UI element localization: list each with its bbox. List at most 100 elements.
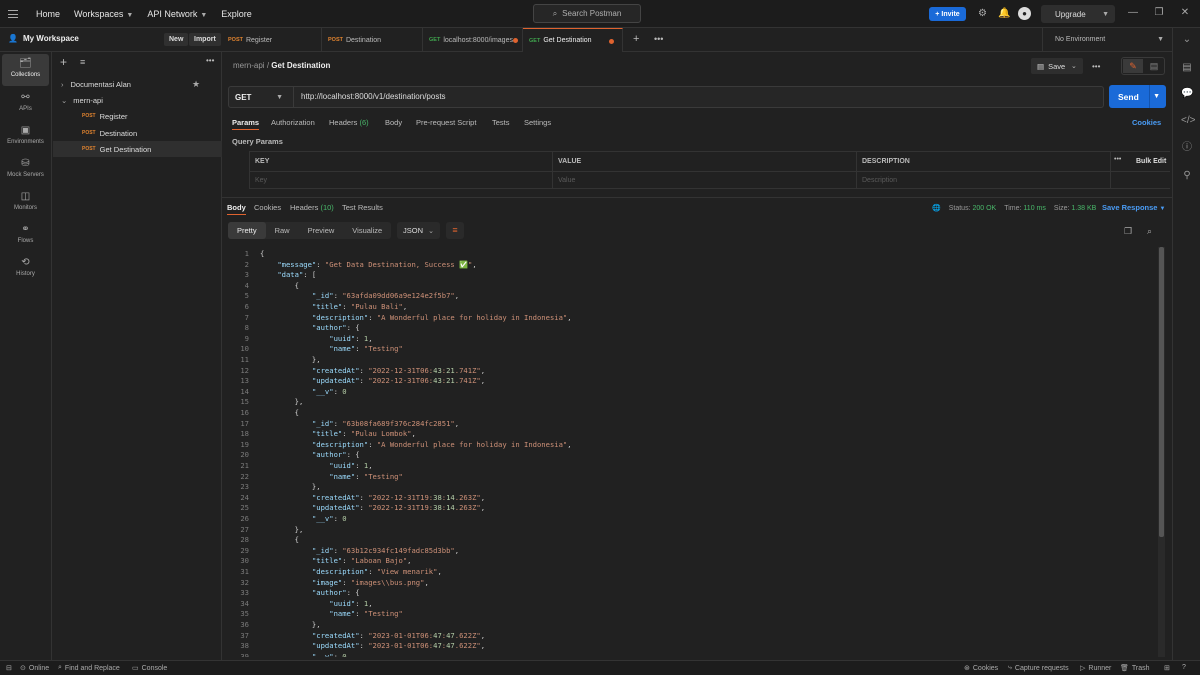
more-icon[interactable]: ••• (654, 34, 663, 44)
online-status[interactable]: ⊙ Online (20, 664, 49, 673)
tab-register[interactable]: POST Register (222, 28, 322, 52)
capture-requests-button[interactable]: ⤷ Capture requests (1008, 664, 1069, 672)
tree-request-destination[interactable]: POST Destination (53, 125, 222, 141)
sidebar-item-history[interactable]: ⟲ History (2, 253, 49, 285)
description-input[interactable]: Description (856, 171, 897, 190)
upgrade-button[interactable]: Upgrade ▼ (1041, 5, 1115, 23)
more-icon[interactable]: ••• (1114, 156, 1121, 163)
minimize-icon[interactable]: — (1126, 6, 1140, 20)
view-preview[interactable]: Preview (299, 222, 344, 239)
response-time[interactable]: 110 ms (1023, 205, 1045, 212)
tab-headers[interactable]: Headers (6) (329, 118, 369, 127)
chevron-down-icon[interactable]: ⌄ (1071, 62, 1077, 70)
code-line: "title": "Pulau Bali", (311, 302, 408, 311)
collection-mern-api[interactable]: ⌄ mern-api (53, 92, 222, 108)
view-visualize[interactable]: Visualize (343, 222, 391, 239)
scrollbar[interactable] (1158, 247, 1165, 657)
maximize-icon[interactable]: ❐ (1152, 6, 1166, 20)
response-body[interactable]: 1 {2 "message": "Get Data Destination, Su… (222, 247, 1162, 657)
response-tab-test-results[interactable]: Test Results (342, 203, 383, 212)
view-raw[interactable]: Raw (266, 222, 299, 239)
tree-request-register[interactable]: POST Register (53, 108, 222, 124)
save-response-button[interactable]: Save Response ▼ (1102, 203, 1166, 212)
chevron-down-icon[interactable]: ▼ (1153, 93, 1160, 100)
status-code[interactable]: 200 OK (972, 205, 996, 212)
more-icon[interactable]: ••• (206, 56, 214, 65)
find-icon: ⌕ (58, 664, 62, 671)
help-icon[interactable]: ? (1182, 664, 1186, 671)
bulk-edit-button[interactable]: Bulk Edit (1130, 152, 1166, 171)
docs-icon[interactable]: ▤ (1144, 59, 1164, 73)
sidebar-item-environments[interactable]: ▣ Environments (2, 121, 49, 153)
tree-request-get-destination[interactable]: POST Get Destination (53, 141, 222, 157)
related-icon[interactable]: ⚲ (1181, 170, 1193, 182)
response-tab-cookies[interactable]: Cookies (254, 203, 281, 212)
console-button[interactable]: ▭ Console (132, 664, 167, 673)
more-icon[interactable]: ••• (1092, 62, 1100, 71)
tab-get-destination[interactable]: GET Get Destination (523, 28, 623, 52)
url-input[interactable]: http://localhost:8000/v1/destination/pos… (301, 92, 446, 101)
cookies-button[interactable]: ⊛ Cookies (964, 664, 998, 673)
search-icon[interactable]: ⌕ (1147, 226, 1152, 237)
star-icon[interactable]: ★ (192, 79, 200, 90)
sidebar-item-mock-servers[interactable]: ⛁ Mock Servers (2, 154, 49, 186)
tab-body[interactable]: Body (385, 118, 402, 127)
filter-icon[interactable]: ≡ (80, 57, 85, 67)
response-size[interactable]: 1.38 KB (1071, 205, 1096, 212)
scrollbar-thumb[interactable] (1159, 247, 1164, 537)
sidebar-item-monitors[interactable]: ◫ Monitors (2, 187, 49, 219)
workspace-title[interactable]: 👤 My Workspace (8, 34, 79, 43)
nav-home[interactable]: Home (36, 9, 60, 19)
nav-api-network[interactable]: API Network ▼ (147, 9, 207, 19)
cookies-link[interactable]: Cookies (1132, 118, 1161, 127)
tab-localhost-images[interactable]: GET localhost:8000/images (423, 28, 523, 52)
format-select[interactable]: JSON ⌄ (397, 222, 440, 239)
nav-explore[interactable]: Explore (221, 9, 252, 19)
send-button[interactable]: Send ▼ (1109, 85, 1166, 108)
collection-documentasi-alan[interactable]: › Documentasi Alan ★ (53, 76, 222, 92)
code-icon[interactable]: </> (1181, 115, 1195, 127)
close-icon[interactable]: ✕ (1178, 6, 1192, 20)
add-tab-icon[interactable]: + (633, 33, 639, 45)
chevron-down-icon[interactable]: ⌄ (1181, 34, 1193, 46)
runner-button[interactable]: ▷ Runner (1080, 664, 1111, 673)
info-icon[interactable]: ⓘ (1181, 142, 1193, 154)
value-input[interactable]: Value (552, 171, 575, 190)
invite-button[interactable]: + Invite (929, 7, 966, 21)
tab-tests[interactable]: Tests (492, 118, 510, 127)
search-input[interactable]: ⌕ Search Postman (533, 4, 641, 23)
method-select[interactable]: GET ▼ (229, 87, 294, 107)
layout-icon[interactable]: ⊞ (1164, 664, 1170, 672)
code-line: "title": "Pulau Lombok", (311, 429, 416, 439)
tab-authorization[interactable]: Authorization (271, 118, 315, 127)
wrap-lines-icon[interactable]: ≡ (446, 222, 464, 239)
tab-settings[interactable]: Settings (524, 118, 551, 127)
settings-icon[interactable]: ⚙ (977, 8, 988, 19)
response-tab-body[interactable]: Body (227, 203, 246, 215)
comments-icon[interactable]: 💬 (1181, 88, 1193, 100)
bell-icon[interactable]: 🔔 (998, 8, 1010, 19)
menu-icon[interactable] (8, 10, 18, 18)
request-name[interactable]: Get Destination (271, 61, 330, 70)
sidebar-item-apis[interactable]: ⚯ APIs (2, 88, 49, 120)
environment-select[interactable]: No Environment ▼ (1042, 28, 1172, 52)
edit-icon[interactable]: ✎ (1123, 59, 1143, 73)
view-pretty[interactable]: Pretty (228, 222, 266, 239)
response-tab-headers[interactable]: Headers (10) (290, 203, 334, 212)
nav-workspaces[interactable]: Workspaces ▼ (74, 9, 133, 19)
add-collection-icon[interactable]: + (60, 55, 67, 69)
layout-icon[interactable]: ⊟ (6, 664, 12, 672)
tab-params[interactable]: Params (232, 118, 260, 130)
copy-icon[interactable]: ❐ (1124, 226, 1132, 237)
find-replace-button[interactable]: ⌕ Find and Replace (58, 664, 120, 672)
new-button[interactable]: New (164, 33, 189, 46)
sidebar-item-collections[interactable]: 🗂 Collections (2, 54, 49, 86)
sidebar-item-flows[interactable]: ⚭ Flows (2, 220, 49, 252)
import-button[interactable]: Import (189, 33, 221, 46)
key-input[interactable]: Key (249, 171, 267, 190)
documentation-icon[interactable]: ▤ (1181, 62, 1193, 74)
avatar[interactable]: ● (1018, 7, 1031, 20)
tab-destination[interactable]: POST Destination (322, 28, 423, 52)
trash-button[interactable]: 🗑 Trash (1120, 664, 1150, 673)
tab-pre-request-script[interactable]: Pre-request Script (416, 118, 476, 127)
